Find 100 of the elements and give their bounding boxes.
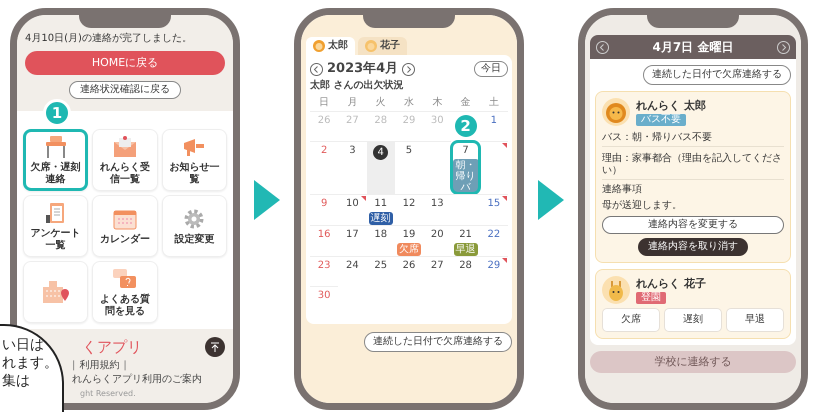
menu-tile[interactable] xyxy=(23,261,88,323)
step-badge: 2 xyxy=(454,115,477,137)
action-button[interactable]: 連絡内容を変更する xyxy=(602,216,784,234)
day-number: 27 xyxy=(346,115,359,127)
arrow-icon xyxy=(252,178,282,222)
day-cell[interactable]: 17 xyxy=(338,225,367,256)
day-number: 25 xyxy=(374,260,388,272)
day-number: 1 xyxy=(490,115,498,127)
giraffe-icon xyxy=(602,276,630,304)
day-number: 7 xyxy=(462,145,469,157)
menu-tile[interactable]: カレンダー xyxy=(92,195,158,257)
detail-text: 理由：家事都合（理由を記入してください） xyxy=(602,151,784,180)
event-tag: 遅刻 xyxy=(368,212,393,225)
day-cell[interactable]: 1 xyxy=(480,111,508,141)
footer-link[interactable]: 利用規約 xyxy=(79,360,120,372)
bulk-absence-button[interactable]: 連続した日付で欠席連絡する xyxy=(364,332,512,352)
day-number: 24 xyxy=(346,260,359,272)
day-cell[interactable]: 27 xyxy=(423,256,452,286)
child-tab[interactable]: 太郎 xyxy=(306,37,355,55)
day-cell[interactable]: 26 xyxy=(394,256,424,286)
day-number: 17 xyxy=(346,229,359,241)
completion-message: 4月10日(月)の連絡が完了しました。 xyxy=(25,33,192,45)
menu-tile[interactable]: よくある質問を見る xyxy=(92,261,158,323)
day-cell[interactable]: 21 早退 xyxy=(451,225,480,256)
day-number: 29 xyxy=(402,115,416,127)
note-title: 連絡事項 xyxy=(602,184,643,196)
day-number: 23 xyxy=(318,260,330,272)
today-cell[interactable]: 4 xyxy=(366,141,395,194)
action-button[interactable]: 欠席 xyxy=(602,308,660,332)
action-button[interactable]: 早退 xyxy=(726,308,784,332)
day-number: 2 xyxy=(320,145,328,157)
day-cell[interactable]: 11 遅刻 xyxy=(366,194,395,225)
scroll-top-button[interactable] xyxy=(205,337,225,357)
prev-month-button[interactable] xyxy=(310,62,323,76)
day-number: 13 xyxy=(430,198,444,210)
child-tab[interactable]: 花子 xyxy=(358,37,407,55)
menu-tile[interactable]: アンケート一覧 xyxy=(23,195,88,257)
bubble-text: 集は xyxy=(2,372,31,390)
next-day-button[interactable] xyxy=(776,40,790,54)
bulk-absence-button[interactable]: 連続した日付で欠席連絡する xyxy=(643,65,791,86)
day-number: 30 xyxy=(430,115,444,127)
day-number: 16 xyxy=(318,229,330,241)
home-button[interactable]: HOMEに戻る xyxy=(25,51,225,75)
event-tag: 早退 xyxy=(454,243,478,256)
copyright-text: ght Reserved. xyxy=(80,389,137,399)
day-number: 15 xyxy=(487,198,500,210)
action-button[interactable]: 連絡内容を取り消す xyxy=(638,238,748,256)
day-cell[interactable]: 28 xyxy=(451,256,480,286)
day-number: 22 xyxy=(487,229,500,241)
weekday-label: 木 xyxy=(431,96,444,110)
menu-tile[interactable]: お知らせ一覧 xyxy=(162,129,227,191)
day-number: 26 xyxy=(318,115,330,127)
day-cell[interactable]: 9 xyxy=(310,194,338,225)
next-month-button[interactable] xyxy=(402,62,416,76)
status-button[interactable]: 連絡状況確認に戻る xyxy=(69,81,181,99)
action-button[interactable]: 遅刻 xyxy=(664,308,722,332)
day-cell[interactable]: 5 xyxy=(394,141,424,194)
day-cell[interactable]: 23 xyxy=(310,256,338,286)
prev-day-button[interactable] xyxy=(596,40,609,54)
day-cell[interactable]: 12 xyxy=(394,194,424,225)
day-cell[interactable]: 30 xyxy=(310,286,338,316)
separator-text: | xyxy=(72,360,76,372)
envelope-icon xyxy=(112,135,138,159)
day-number: 27 xyxy=(430,260,444,272)
month-title: 2023年4月 xyxy=(327,61,398,77)
day-number: 10 xyxy=(346,198,359,210)
note-text: 母が送迎します。 xyxy=(602,200,683,212)
day-number: 12 xyxy=(402,198,416,210)
step-badge: 1 xyxy=(43,99,71,127)
day-cell[interactable]: 2 xyxy=(310,141,338,194)
weekday-label: 月 xyxy=(346,96,358,110)
weekday-label: 水 xyxy=(402,96,415,110)
bubble-text: れます。 xyxy=(2,354,59,372)
day-cell[interactable]: 13 xyxy=(423,194,452,225)
footer-link[interactable]: れんらくアプリ利用のご案内 xyxy=(72,374,202,386)
day-number: 11 xyxy=(374,198,388,210)
day-cell[interactable]: 22 xyxy=(480,225,508,256)
day-cell[interactable]: 25 xyxy=(366,256,395,286)
menu-tile[interactable]: 設定変更 xyxy=(162,195,227,257)
day-cell[interactable]: 24 xyxy=(338,256,367,286)
bubble-text: い日は xyxy=(2,336,45,354)
menu-tile[interactable]: 欠席・遅刻連絡 xyxy=(23,129,88,191)
highlighted-cell[interactable]: 7 朝・帰りバ xyxy=(451,141,480,194)
question-bubble-icon xyxy=(110,267,139,291)
today-button[interactable]: 今日 xyxy=(474,61,508,77)
day-cell[interactable]: 20 xyxy=(423,225,452,256)
day-number: 30 xyxy=(318,290,330,302)
day-cell[interactable]: 15 xyxy=(480,194,508,225)
day-cell[interactable]: 18 xyxy=(366,225,395,256)
day-cell[interactable]: 29 xyxy=(480,256,508,286)
arrow-icon xyxy=(536,178,566,222)
day-number: 3 xyxy=(349,145,356,157)
event-tag: 朝・帰りバ xyxy=(452,159,479,194)
chevron-left-icon xyxy=(596,40,609,54)
date-title: 4月7日 金曜日 xyxy=(652,40,734,54)
chevron-right-icon xyxy=(776,40,790,54)
day-cell[interactable]: 16 xyxy=(310,225,338,256)
menu-tile[interactable]: れんらく受信一覧 xyxy=(92,129,158,191)
day-cell[interactable]: 19 欠席 xyxy=(394,225,424,256)
weekday-label: 金 xyxy=(460,96,472,110)
